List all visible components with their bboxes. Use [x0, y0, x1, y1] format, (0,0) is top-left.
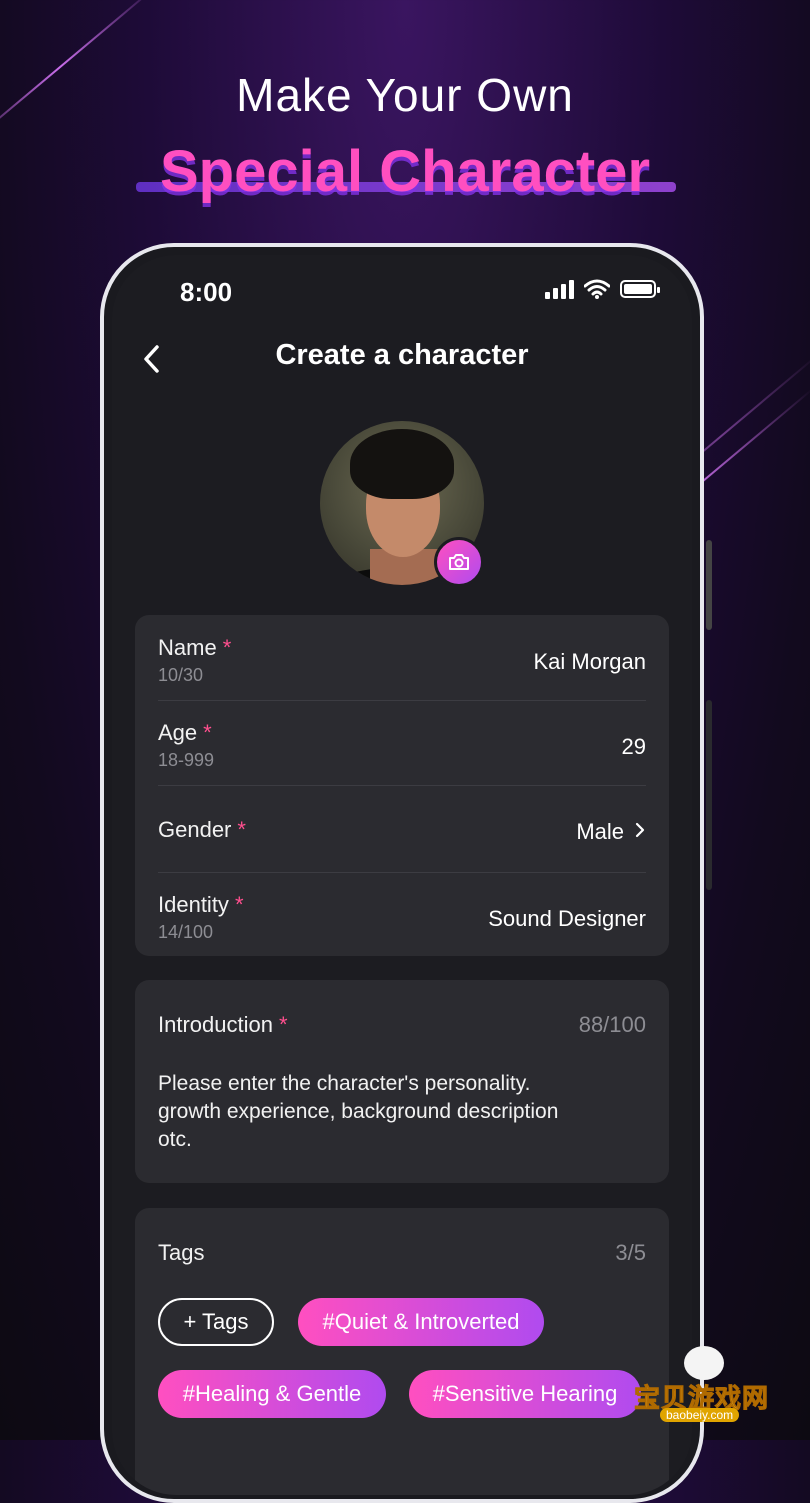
phone-screen: 8:00 Create a character Name * 10/30 Kai…	[112, 255, 692, 1495]
tags-card: Tags 3/5 + Tags #Quiet & Introverted #He…	[135, 1208, 669, 1495]
age-label: Age	[158, 720, 198, 745]
required-mark: *	[222, 635, 232, 660]
change-avatar-button[interactable]	[434, 537, 484, 587]
gender-value[interactable]: Male	[576, 819, 624, 845]
tags-counter: 3/5	[615, 1240, 646, 1265]
page-title: Create a character	[275, 339, 529, 371]
name-field[interactable]: Kai Morgan	[533, 649, 646, 675]
identity-counter: 14/100	[158, 922, 214, 942]
camera-icon	[449, 554, 469, 570]
chevron-right-icon	[635, 822, 645, 838]
gender-row[interactable]: Gender * Male	[158, 785, 646, 869]
introduction-card: Introduction * 88/100 Please enter the ch…	[135, 980, 669, 1183]
tag-chip[interactable]: #Sensitive Hearing	[409, 1370, 641, 1418]
battery-icon	[620, 280, 660, 298]
tag-chip[interactable]: #Healing & Gentle	[158, 1370, 386, 1418]
mascot-icon	[684, 1346, 724, 1380]
introduction-label: Introduction	[158, 1012, 273, 1037]
name-counter: 10/30	[158, 665, 204, 685]
phone-side-edge	[706, 700, 712, 890]
age-row[interactable]: Age * 18-999 29	[158, 700, 646, 784]
status-icons	[545, 279, 660, 299]
required-mark: *	[278, 1012, 288, 1037]
tags-label: Tags	[158, 1240, 205, 1265]
gender-label: Gender	[158, 817, 232, 842]
watermark-url: baobeiy.com	[660, 1408, 740, 1422]
hero-subtitle: Special Character	[159, 139, 651, 204]
add-tag-button[interactable]: + Tags	[158, 1298, 274, 1346]
tag-chip[interactable]: #Quiet & Introverted	[298, 1298, 544, 1346]
watermark-logo: 宝贝游戏网 baobeiy.com	[633, 1346, 784, 1430]
required-mark: *	[237, 817, 246, 842]
introduction-textarea[interactable]: Please enter the character's personality…	[158, 1070, 598, 1154]
age-field[interactable]: 29	[622, 734, 646, 760]
identity-label: Identity	[158, 892, 229, 917]
required-mark: *	[203, 720, 212, 745]
required-mark: *	[234, 892, 244, 917]
signal-icon	[545, 279, 574, 299]
name-label: Name	[158, 635, 217, 660]
status-time: 8:00	[180, 277, 233, 307]
hero-title: Make Your Own	[236, 69, 574, 121]
phone-side-button	[706, 540, 712, 630]
identity-row[interactable]: Identity * 14/100 Sound Designer	[158, 872, 646, 956]
wifi-icon	[584, 279, 610, 299]
name-row[interactable]: Name * 10/30 Kai Morgan	[158, 615, 646, 699]
basic-info-card: Name * 10/30 Kai Morgan Age * 18-999 29 Ge…	[135, 615, 669, 956]
identity-field[interactable]: Sound Designer	[488, 906, 646, 932]
age-range: 18-999	[158, 750, 215, 770]
introduction-counter: 88/100	[578, 1012, 646, 1037]
